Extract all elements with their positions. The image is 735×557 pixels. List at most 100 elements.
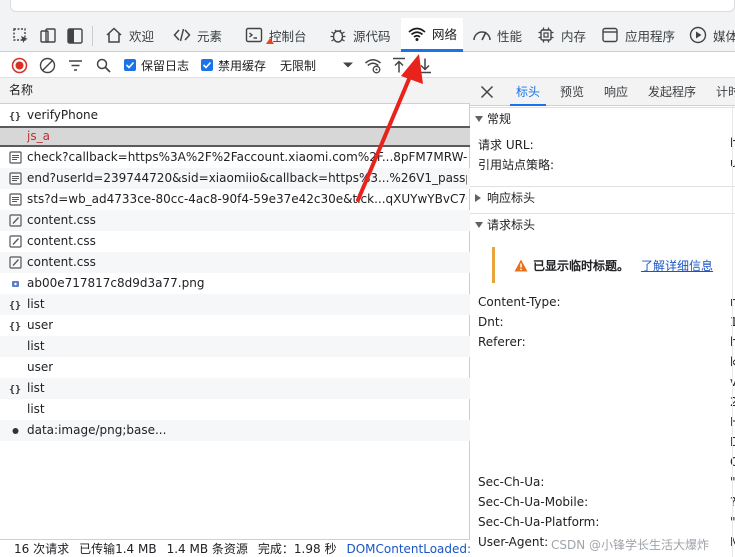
tab-media[interactable]: 媒体: [682, 18, 735, 52]
tab-label: 控制台: [269, 28, 307, 44]
tab-application[interactable]: 应用程序: [594, 18, 681, 52]
address-bar-strip: [0, 0, 735, 18]
tab-response[interactable]: 响应: [604, 78, 628, 106]
request-row[interactable]: ab00e717817c8d9d3a77.png: [0, 273, 470, 294]
tab-network[interactable]: 网络: [401, 18, 464, 52]
request-row[interactable]: {} list: [0, 378, 470, 399]
inspect-element-icon[interactable]: [10, 25, 32, 47]
section-title: 请求标头: [487, 218, 536, 232]
tab-preview[interactable]: 预览: [560, 78, 584, 106]
clear-button[interactable]: [39, 55, 56, 75]
network-conditions-icon[interactable]: [364, 55, 382, 75]
tab-performance[interactable]: 性能: [466, 18, 528, 52]
play-icon: [688, 25, 708, 45]
request-row[interactable]: data:image/png;base...: [0, 420, 470, 441]
console-icon: [244, 25, 264, 45]
tab-label: 源代码: [353, 28, 391, 44]
request-name: user: [27, 360, 54, 374]
request-name: data:image/png;base...: [27, 423, 167, 437]
general-section-header[interactable]: 常规: [470, 107, 735, 129]
svg-text:{}: {}: [9, 301, 21, 312]
filter-icon[interactable]: [67, 55, 84, 75]
search-icon[interactable]: [95, 55, 112, 75]
referrer-policy-label: 引用站点策略:: [478, 158, 555, 172]
braces-icon: {}: [9, 298, 22, 312]
warning-badge-icon: [266, 38, 274, 44]
request-name: list: [27, 402, 45, 416]
header-key: Sec-Ch-Ua-Mobile:: [478, 495, 589, 509]
disable-cache-checkbox[interactable]: 禁用缓存: [201, 55, 266, 75]
collapse-triangle-icon: [475, 194, 481, 202]
dom-content-loaded[interactable]: DOMContentLoaded:: [346, 542, 470, 556]
css-icon: [9, 235, 22, 248]
import-har-icon[interactable]: [392, 55, 406, 75]
tab-label: 元素: [197, 28, 223, 44]
request-list: {} verifyPhone js_a check?callback=https%3A…: [0, 105, 470, 441]
close-icon[interactable]: [480, 83, 494, 101]
devtools-tab-bar: 欢迎 元素 控制台 源代码 网络 性能 内存 应用程序 媒体: [0, 18, 735, 52]
bug-icon: [328, 25, 348, 45]
request-detail-panel: 标头 预览 响应 发起程序 计时 常规 请求 URL: h 引用站点策略: u …: [470, 78, 735, 557]
dock-side-icon[interactable]: [64, 25, 86, 47]
warning-text: 已显示临时标题。: [533, 258, 630, 273]
svg-text:{}: {}: [9, 112, 21, 123]
warning-icon: [514, 259, 528, 272]
throttling-value: 无限制: [280, 58, 317, 73]
tab-console[interactable]: 控制台: [238, 18, 313, 52]
request-row[interactable]: check?callback=https%3A%2F%2Faccount.xia…: [0, 147, 470, 168]
resources-size: 1.4 MB 条资源: [166, 542, 248, 556]
gauge-icon: [472, 25, 492, 45]
request-row[interactable]: list: [0, 336, 470, 357]
tab-headers[interactable]: 标头: [509, 78, 547, 106]
tab-initiator[interactable]: 发起程序: [648, 78, 696, 106]
request-name: end?userId=239744720&sid=xiaomiio&callba…: [27, 171, 467, 185]
header-key: Content-Type:: [478, 295, 561, 309]
request-name: check?callback=https%3A%2F%2Faccount.xia…: [27, 150, 467, 164]
braces-icon: {}: [9, 382, 22, 396]
request-name: js_a: [27, 129, 50, 143]
request-row[interactable]: {} user: [0, 315, 470, 336]
doc-icon: [9, 193, 22, 206]
tab-timing[interactable]: 计时: [716, 78, 735, 106]
request-name: user: [27, 318, 54, 332]
device-toolbar-icon[interactable]: [37, 25, 59, 47]
request-row[interactable]: content.css: [0, 210, 470, 231]
preserve-log-checkbox[interactable]: 保留日志: [124, 55, 189, 75]
request-row[interactable]: sts?d=wb_ad4733ce-80cc-4ac8-90f4-59e37e4…: [0, 189, 470, 210]
tab-welcome[interactable]: 欢迎: [98, 18, 160, 52]
tab-elements[interactable]: 元素: [166, 18, 228, 52]
export-har-icon[interactable]: [418, 55, 432, 75]
request-row[interactable]: {} list: [0, 294, 470, 315]
learn-more-link[interactable]: 了解详细信息: [641, 257, 713, 274]
tab-label: 性能: [497, 28, 523, 44]
header-key: User-Agent:: [478, 535, 549, 549]
svg-text:{}: {}: [9, 385, 21, 396]
request-headers-section-header[interactable]: 请求标头: [470, 213, 735, 235]
address-bar[interactable]: [10, 0, 735, 12]
tab-label: 内存: [561, 28, 587, 44]
request-row[interactable]: {} verifyPhone: [0, 105, 470, 126]
checkmark-icon: [201, 59, 213, 71]
request-row[interactable]: content.css: [0, 231, 470, 252]
request-name: content.css: [27, 255, 96, 269]
checkmark-icon: [124, 59, 136, 71]
name-column-header[interactable]: 名称: [0, 78, 470, 104]
status-bar: 16 次请求 已传输1.4 MB 1.4 MB 条资源 完成：1.98 秒 DO…: [0, 539, 470, 557]
dot-icon: [9, 424, 22, 437]
home-icon: [104, 25, 124, 45]
watermark: CSDN @小锋学长生活大爆炸: [551, 538, 710, 552]
doc-icon: [9, 151, 22, 164]
provisional-headers-warning: 已显示临时标题。 了解详细信息: [492, 247, 735, 283]
chevron-down-icon[interactable]: [342, 55, 354, 75]
request-row[interactable]: list: [0, 399, 470, 420]
request-name: verifyPhone: [27, 108, 99, 122]
throttling-select[interactable]: 无限制: [280, 55, 316, 75]
record-button[interactable]: [11, 55, 28, 75]
request-row[interactable]: js_a: [0, 126, 470, 147]
request-row[interactable]: content.css: [0, 252, 470, 273]
request-row[interactable]: end?userId=239744720&sid=xiaomiio&callba…: [0, 168, 470, 189]
tab-sources[interactable]: 源代码: [322, 18, 397, 52]
tab-memory[interactable]: 内存: [530, 18, 592, 52]
request-row[interactable]: user: [0, 357, 470, 378]
response-headers-section-header[interactable]: 响应标头: [470, 186, 735, 208]
